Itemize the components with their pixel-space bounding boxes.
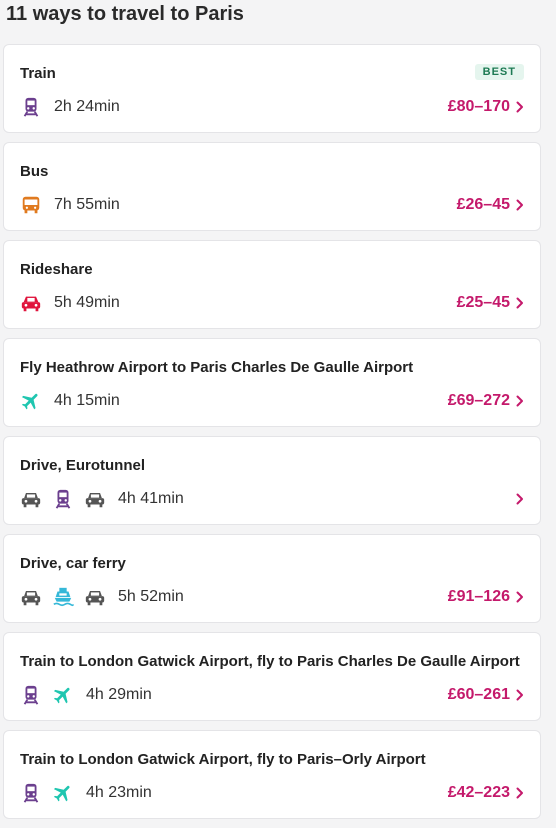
train-icon <box>20 684 42 706</box>
route-card[interactable]: Drive, car ferry 5h 52min £91–126 <box>3 534 541 623</box>
route-price: £91–126 <box>447 588 510 605</box>
chevron-right-icon <box>516 395 524 407</box>
route-price-link[interactable] <box>510 487 524 511</box>
route-card[interactable]: Train to London Gatwick Airport, fly to … <box>3 730 541 819</box>
route-duration: 7h 55min <box>54 196 120 213</box>
route-card[interactable]: Train BEST 2h 24min £80–170 <box>3 44 541 133</box>
route-price-link[interactable]: £42–223 <box>448 781 524 805</box>
train-icon <box>20 96 42 118</box>
route-modes: 5h 52min <box>20 585 184 609</box>
route-modes: 4h 23min <box>20 781 152 805</box>
car-icon <box>20 488 42 510</box>
route-price: £42–223 <box>447 784 510 801</box>
route-price: £69–272 <box>447 392 510 409</box>
route-title: Train to London Gatwick Airport, fly to … <box>20 653 520 670</box>
route-modes: 2h 24min <box>20 95 120 119</box>
route-card[interactable]: Drive, Eurotunnel 4h 41min <box>3 436 541 525</box>
route-modes: 4h 15min <box>20 389 120 413</box>
route-duration: 2h 24min <box>54 98 120 115</box>
train-icon <box>52 488 74 510</box>
route-duration: 4h 15min <box>54 392 120 409</box>
route-price-link[interactable]: £26–45 <box>457 193 524 217</box>
bus-icon <box>20 194 42 216</box>
route-price: £25–45 <box>456 294 510 311</box>
route-modes: 4h 29min <box>20 683 152 707</box>
route-duration: 4h 29min <box>86 686 152 703</box>
route-title: Drive, Eurotunnel <box>20 457 146 474</box>
car-icon <box>84 586 106 608</box>
chevron-right-icon <box>516 101 524 113</box>
best-badge: BEST <box>474 64 524 80</box>
route-modes: 4h 41min <box>20 487 184 511</box>
route-price-link[interactable]: £25–45 <box>457 291 524 315</box>
route-duration: 4h 23min <box>86 784 152 801</box>
chevron-right-icon <box>516 297 524 309</box>
ferry-icon <box>52 586 74 608</box>
route-price-link[interactable]: £91–126 <box>448 585 524 609</box>
route-card[interactable]: Train to London Gatwick Airport, fly to … <box>3 632 541 721</box>
chevron-right-icon <box>516 199 524 211</box>
route-duration: 5h 52min <box>118 588 184 605</box>
chevron-right-icon <box>516 787 524 799</box>
plane-icon <box>20 390 42 412</box>
chevron-right-icon <box>516 689 524 701</box>
route-card[interactable]: Fly Heathrow Airport to Paris Charles De… <box>3 338 541 427</box>
route-price: £26–45 <box>456 196 510 213</box>
chevron-right-icon <box>516 493 524 505</box>
route-duration: 4h 41min <box>118 490 184 507</box>
route-price-link[interactable]: £60–261 <box>448 683 524 707</box>
route-price-link[interactable]: £80–170 <box>448 95 524 119</box>
route-price-link[interactable]: £69–272 <box>448 389 524 413</box>
rideshare-car-icon <box>20 292 42 314</box>
car-icon <box>20 586 42 608</box>
route-title: Rideshare <box>20 261 93 278</box>
route-modes: 7h 55min <box>20 193 120 217</box>
route-title: Train to London Gatwick Airport, fly to … <box>20 751 426 768</box>
route-title: Train <box>20 65 56 82</box>
route-price: £60–261 <box>447 686 510 703</box>
plane-icon <box>52 684 74 706</box>
route-card[interactable]: Rideshare 5h 49min £25–45 <box>3 240 541 329</box>
route-duration: 5h 49min <box>54 294 120 311</box>
car-icon <box>84 488 106 510</box>
route-price: £80–170 <box>447 98 510 115</box>
chevron-right-icon <box>516 591 524 603</box>
route-modes: 5h 49min <box>20 291 120 315</box>
route-title: Drive, car ferry <box>20 555 126 572</box>
route-title: Fly Heathrow Airport to Paris Charles De… <box>20 359 414 376</box>
page-title: 11 ways to travel to Paris <box>6 3 244 25</box>
route-title: Bus <box>20 163 49 180</box>
route-card[interactable]: Bus 7h 55min £26–45 <box>3 142 541 231</box>
route-list: Train BEST 2h 24min £80–170 Bus 7h 55min £26–4… <box>3 44 541 828</box>
